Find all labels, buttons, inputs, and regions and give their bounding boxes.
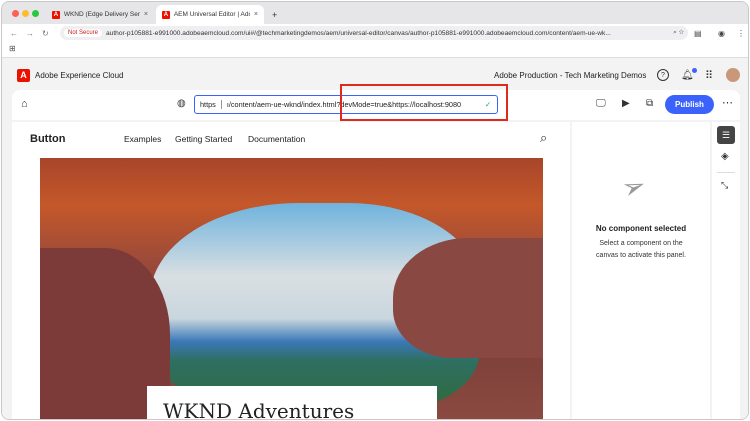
adobe-logo-icon: A: [17, 68, 30, 82]
side-rail: ☰ ◈ ⤡: [712, 122, 740, 419]
layers-icon[interactable]: ◈: [721, 151, 729, 162]
page-canvas: Button Examples Getting Started Document…: [12, 122, 570, 419]
profile-icon[interactable]: ◉: [718, 29, 725, 38]
not-secure-badge[interactable]: Not Secure: [64, 29, 103, 37]
tab-wknd[interactable]: A WKND (Edge Delivery Servic ×: [46, 5, 154, 24]
open-page-icon[interactable]: ⧉: [646, 98, 653, 109]
apps-grid-icon[interactable]: ⠿: [705, 69, 713, 82]
reload-icon[interactable]: ↻: [42, 29, 49, 38]
close-tab-icon[interactable]: ×: [254, 11, 258, 18]
nav-examples[interactable]: Examples: [124, 134, 161, 144]
emulator-icon[interactable]: 🖵︎: [596, 98, 606, 109]
url-bar[interactable]: Not Secure author-p105881-e991000.adobeae…: [60, 26, 688, 40]
tab-bar: A WKND (Edge Delivery Servic × A AEM Univer…: [2, 2, 748, 24]
cursor-icon: ➢: [617, 167, 651, 206]
bookmarks-bar: ⊞: [2, 42, 748, 58]
reading-list-icon[interactable]: ▤: [694, 29, 702, 38]
panel-body: Select a component on the canvas to acti…: [596, 240, 686, 259]
close-tab-icon[interactable]: ×: [144, 11, 148, 18]
site-brand[interactable]: Button: [30, 133, 65, 145]
hero-title: WKND Adventures: [163, 399, 355, 420]
preview-icon[interactable]: ▶: [622, 98, 630, 109]
maximize-window-button[interactable]: [32, 10, 39, 17]
search-icon[interactable]: ⌕: [540, 130, 547, 146]
avatar[interactable]: [726, 68, 740, 82]
properties-icon[interactable]: ☰: [717, 126, 735, 144]
tab-universal-editor[interactable]: A AEM Universal Editor | Adob ×: [156, 5, 264, 24]
menu-icon[interactable]: ⋮: [737, 29, 745, 38]
collapse-icon[interactable]: ⤡: [721, 180, 728, 191]
close-window-button[interactable]: [12, 10, 19, 17]
properties-panel: ➢ No component selected Select a compone…: [572, 122, 710, 419]
help-icon[interactable]: ?: [657, 69, 669, 81]
adobe-icon: A: [52, 10, 60, 19]
new-tab-button[interactable]: +: [266, 5, 283, 24]
home-icon[interactable]: ⌂: [21, 98, 28, 110]
minimize-window-button[interactable]: [22, 10, 29, 17]
highlight-box: [340, 84, 508, 121]
adobe-icon: A: [162, 10, 170, 19]
universal-editor: A Adobe Experience Cloud Adobe Productio…: [2, 58, 748, 419]
publish-button[interactable]: Publish: [665, 95, 714, 114]
nav-getting-started[interactable]: Getting Started: [175, 134, 232, 144]
back-icon[interactable]: ←: [10, 29, 18, 38]
more-icon[interactable]: ⋯: [722, 96, 733, 109]
forward-icon[interactable]: →: [26, 29, 34, 38]
hero-image: WKND Adventures: [40, 158, 543, 420]
org-switcher[interactable]: Adobe Production - Tech Marketing Demos: [494, 71, 646, 80]
hero-card: WKND Adventures: [147, 386, 437, 420]
zoom-star-icons[interactable]: ⌕ ☆: [673, 29, 688, 37]
globe-icon[interactable]: ◍: [177, 98, 186, 109]
browser-window: A WKND (Edge Delivery Servic × A AEM Univer…: [1, 1, 749, 420]
panel-title: No component selected: [595, 224, 687, 233]
notifications-icon[interactable]: 🔔︎: [681, 67, 697, 81]
address-bar-row: ← → ↻ Not Secure author-p105881-e991000.a…: [2, 24, 748, 42]
nav-documentation[interactable]: Documentation: [248, 134, 305, 144]
brand-name: Adobe Experience Cloud: [35, 70, 124, 80]
apps-icon[interactable]: ⊞: [9, 44, 16, 53]
